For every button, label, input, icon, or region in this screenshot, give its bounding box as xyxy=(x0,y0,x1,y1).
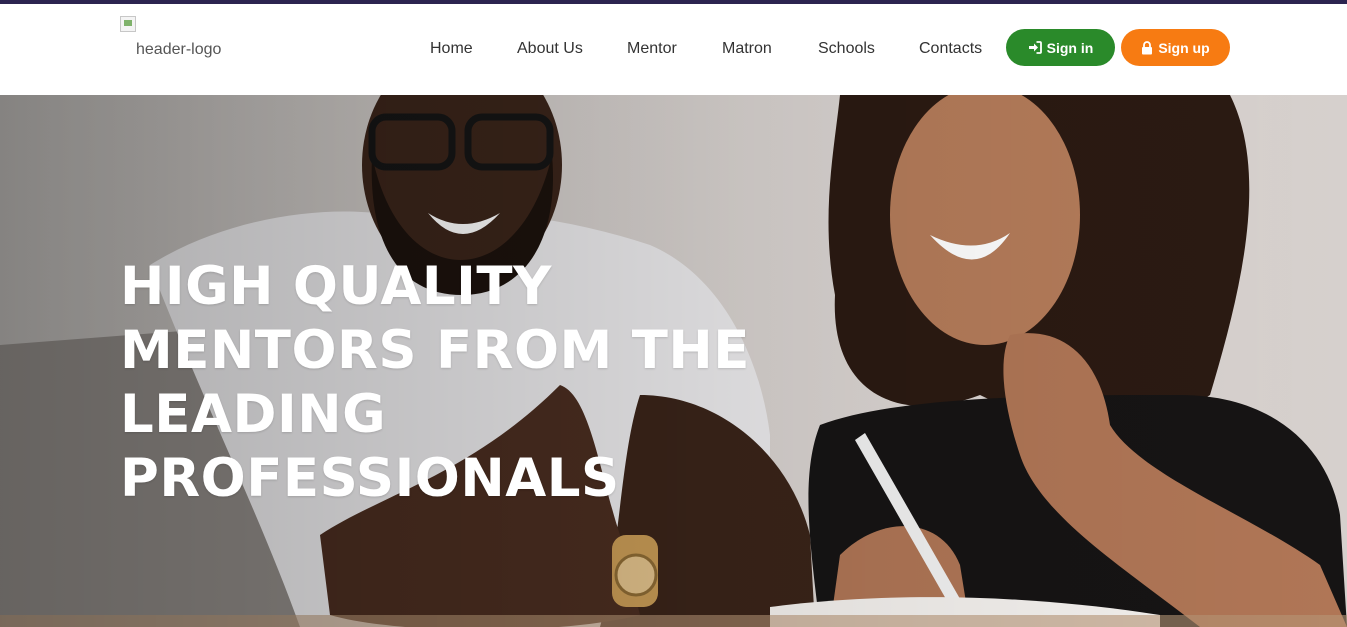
nav-home[interactable]: Home xyxy=(430,40,473,58)
sign-in-label: Sign in xyxy=(1046,39,1094,56)
hero-title-line: HIGH QUALITY xyxy=(120,256,552,317)
nav-schools[interactable]: Schools xyxy=(818,40,875,58)
hero-title-line: LEADING xyxy=(120,384,387,445)
hero-title-line: MENTORS FROM THE xyxy=(120,320,750,381)
sign-up-label: Sign up xyxy=(1158,39,1210,56)
nav-about-us[interactable]: About Us xyxy=(517,40,583,58)
sign-in-icon xyxy=(1028,41,1042,54)
lock-icon xyxy=(1142,40,1153,54)
hero-banner: HIGH QUALITY MENTORS FROM THE LEADING PR… xyxy=(0,95,1347,627)
broken-image-icon xyxy=(120,16,136,32)
site-header: header-logo Home About Us Mentor Matron … xyxy=(0,4,1347,95)
sign-up-button[interactable]: Sign up xyxy=(1121,29,1230,66)
hero-title: HIGH QUALITY MENTORS FROM THE LEADING PR… xyxy=(120,255,760,511)
hero-title-line: PROFESSIONALS xyxy=(120,448,620,509)
sign-in-button[interactable]: Sign in xyxy=(1006,29,1115,66)
nav-contacts[interactable]: Contacts xyxy=(919,40,982,58)
nav-mentor[interactable]: Mentor xyxy=(627,40,677,58)
nav-matron[interactable]: Matron xyxy=(722,40,772,58)
